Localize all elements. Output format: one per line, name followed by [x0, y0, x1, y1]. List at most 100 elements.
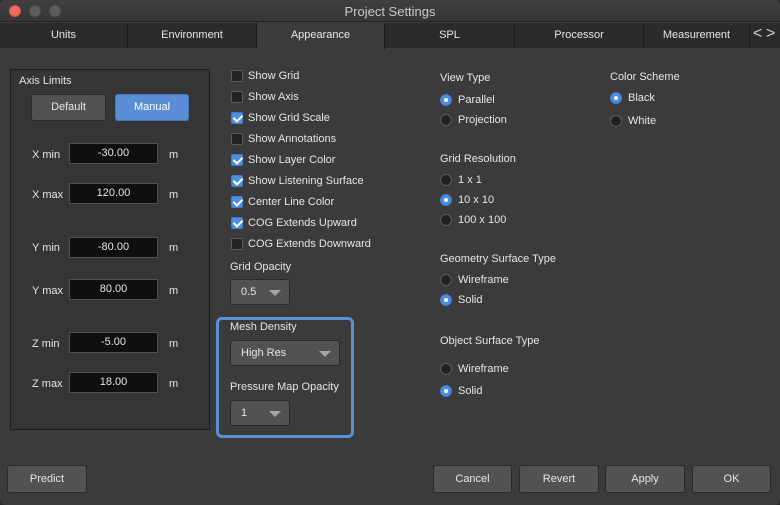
y-max-label: Y max: [32, 285, 63, 297]
grid-resolution-100x100-label: 100 x 100: [458, 214, 507, 226]
tab-appearance[interactable]: Appearance: [257, 23, 385, 49]
x-max-field[interactable]: 120.00: [69, 183, 158, 204]
object-wireframe-radio[interactable]: [440, 363, 452, 375]
view-type-parallel-option[interactable]: Parallel: [440, 92, 495, 108]
tab-processor[interactable]: Processor: [515, 23, 644, 48]
pressure-map-opacity-dropdown[interactable]: 1: [230, 400, 290, 426]
show-axis-checkbox[interactable]: [231, 91, 243, 103]
predict-button[interactable]: Predict: [7, 465, 87, 493]
grid-opacity-value: 0.5: [241, 286, 257, 298]
z-min-unit: m: [169, 338, 179, 350]
show-layer-color-option[interactable]: Show Layer Color: [231, 152, 335, 168]
chevron-down-icon: [319, 351, 331, 357]
grid-opacity-label: Grid Opacity: [230, 261, 292, 273]
object-solid-label: Solid: [458, 385, 483, 397]
show-grid-scale-option[interactable]: Show Grid Scale: [231, 110, 330, 126]
object-wireframe-option[interactable]: Wireframe: [440, 361, 509, 377]
show-grid-option[interactable]: Show Grid: [231, 68, 299, 84]
show-grid-scale-checkbox[interactable]: [231, 112, 243, 124]
tab-environment[interactable]: Environment: [128, 23, 257, 48]
show-grid-checkbox[interactable]: [231, 70, 243, 82]
y-min-label: Y min: [32, 242, 60, 254]
revert-button[interactable]: Revert: [519, 465, 599, 493]
z-max-unit: m: [169, 378, 179, 390]
x-min-field[interactable]: -30.00: [69, 143, 158, 164]
geometry-wireframe-radio[interactable]: [440, 274, 452, 286]
y-min-field[interactable]: -80.00: [69, 237, 158, 258]
tab-scroll-arrows: < >: [750, 23, 780, 48]
y-min-unit: m: [169, 242, 179, 254]
geometry-solid-option[interactable]: Solid: [440, 292, 482, 308]
color-scheme-white-option[interactable]: White: [610, 113, 656, 129]
manual-button[interactable]: Manual: [115, 94, 189, 121]
color-scheme-black-option[interactable]: Black: [610, 90, 655, 106]
z-max-label: Z max: [32, 378, 63, 390]
object-solid-radio[interactable]: [440, 385, 452, 397]
cog-extends-upward-option[interactable]: COG Extends Upward: [231, 215, 357, 231]
show-axis-option[interactable]: Show Axis: [231, 89, 299, 105]
window-title: Project Settings: [344, 4, 436, 19]
view-type-parallel-radio[interactable]: [440, 94, 452, 106]
grid-resolution-100x100-option[interactable]: 100 x 100: [440, 212, 506, 228]
grid-resolution-10x10-radio[interactable]: [440, 194, 452, 206]
geometry-solid-radio[interactable]: [440, 294, 452, 306]
y-max-field[interactable]: 80.00: [69, 279, 158, 300]
show-listening-surface-checkbox[interactable]: [231, 175, 243, 187]
apply-button[interactable]: Apply: [605, 465, 685, 493]
tab-units[interactable]: Units: [0, 23, 128, 48]
show-layer-color-checkbox[interactable]: [231, 154, 243, 166]
chevron-left-icon[interactable]: <: [753, 25, 762, 43]
cog-extends-downward-option[interactable]: COG Extends Downward: [231, 236, 371, 252]
show-annotations-option[interactable]: Show Annotations: [231, 131, 336, 147]
show-listening-surface-option[interactable]: Show Listening Surface: [231, 173, 364, 189]
ok-button[interactable]: OK: [692, 465, 771, 493]
title-bar: Project Settings: [0, 0, 780, 22]
grid-resolution-label: Grid Resolution: [440, 153, 516, 165]
z-min-label: Z min: [32, 338, 60, 350]
grid-resolution-1x1-label: 1 x 1: [458, 174, 482, 186]
show-listening-surface-label: Show Listening Surface: [248, 175, 364, 187]
tab-bar: Units Environment Appearance SPL Process…: [0, 23, 780, 49]
color-scheme-label: Color Scheme: [610, 71, 680, 83]
view-type-projection-option[interactable]: Projection: [440, 112, 507, 128]
grid-resolution-1x1-option[interactable]: 1 x 1: [440, 172, 482, 188]
z-min-field[interactable]: -5.00: [69, 332, 158, 353]
cog-extends-upward-checkbox[interactable]: [231, 217, 243, 229]
center-line-color-checkbox[interactable]: [231, 196, 243, 208]
pressure-map-opacity-label: Pressure Map Opacity: [230, 381, 339, 393]
tab-spl[interactable]: SPL: [385, 23, 515, 48]
color-scheme-black-radio[interactable]: [610, 92, 622, 104]
mesh-density-value: High Res: [241, 347, 287, 359]
cancel-button[interactable]: Cancel: [433, 465, 512, 493]
show-grid-scale-label: Show Grid Scale: [248, 112, 330, 124]
pressure-map-opacity-value: 1: [241, 407, 248, 419]
grid-resolution-10x10-option[interactable]: 10 x 10: [440, 192, 494, 208]
cog-extends-upward-label: COG Extends Upward: [248, 217, 357, 229]
grid-opacity-dropdown[interactable]: 0.5: [230, 279, 290, 305]
x-min-label: X min: [32, 149, 61, 161]
view-type-parallel-label: Parallel: [458, 94, 495, 106]
default-button[interactable]: Default: [31, 94, 106, 121]
geometry-wireframe-option[interactable]: Wireframe: [440, 272, 509, 288]
view-type-projection-radio[interactable]: [440, 114, 452, 126]
object-surface-type-label: Object Surface Type: [440, 335, 540, 347]
x-min-unit: m: [169, 149, 179, 161]
view-type-projection-label: Projection: [458, 114, 507, 126]
chevron-right-icon[interactable]: >: [766, 25, 775, 43]
center-line-color-option[interactable]: Center Line Color: [231, 194, 334, 210]
show-grid-label: Show Grid: [248, 70, 300, 82]
show-annotations-label: Show Annotations: [248, 133, 337, 145]
chevron-down-icon: [269, 290, 281, 296]
show-annotations-checkbox[interactable]: [231, 133, 243, 145]
axis-limits-title: Axis Limits: [19, 75, 72, 87]
grid-resolution-100x100-radio[interactable]: [440, 214, 452, 226]
z-max-field[interactable]: 18.00: [69, 372, 158, 393]
grid-resolution-1x1-radio[interactable]: [440, 174, 452, 186]
color-scheme-white-radio[interactable]: [610, 115, 622, 127]
color-scheme-black-label: Black: [628, 92, 655, 104]
x-max-label: X max: [32, 189, 64, 201]
tab-measurement[interactable]: Measurement: [644, 23, 750, 48]
object-solid-option[interactable]: Solid: [440, 383, 482, 399]
mesh-density-dropdown[interactable]: High Res: [230, 340, 340, 366]
cog-extends-downward-checkbox[interactable]: [231, 238, 243, 250]
